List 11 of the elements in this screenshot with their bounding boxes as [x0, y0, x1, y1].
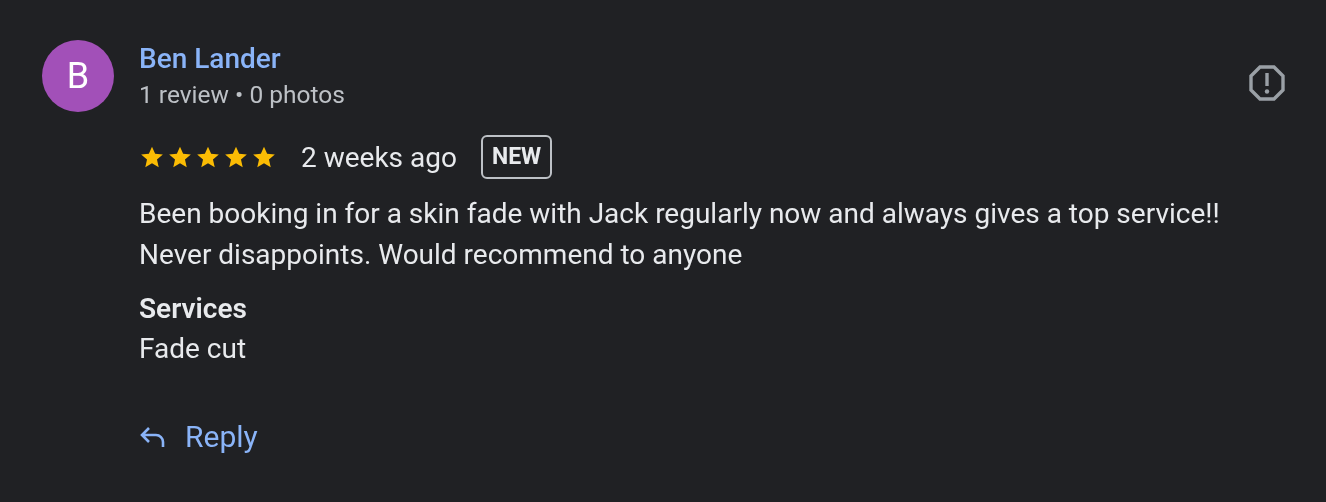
- reviewer-stats: 1 review • 0 photos: [139, 80, 346, 110]
- services-label: Services: [139, 291, 248, 327]
- new-badge: NEW: [480, 135, 553, 179]
- report-icon[interactable]: [1248, 64, 1286, 102]
- avatar[interactable]: B: [42, 40, 114, 112]
- review-time: 2 weeks ago: [301, 140, 457, 174]
- reviewer-name[interactable]: Ben Lander: [139, 44, 1248, 74]
- review-text: Been booking in for a skin fade with Jack regularly now and always gives a top service!! Never disappoints. Would recommend to anyone: [139, 196, 1221, 273]
- reply-icon: [139, 424, 167, 449]
- reply-button[interactable]: Reply: [119, 411, 278, 462]
- services-value: Fade cut: [139, 331, 248, 367]
